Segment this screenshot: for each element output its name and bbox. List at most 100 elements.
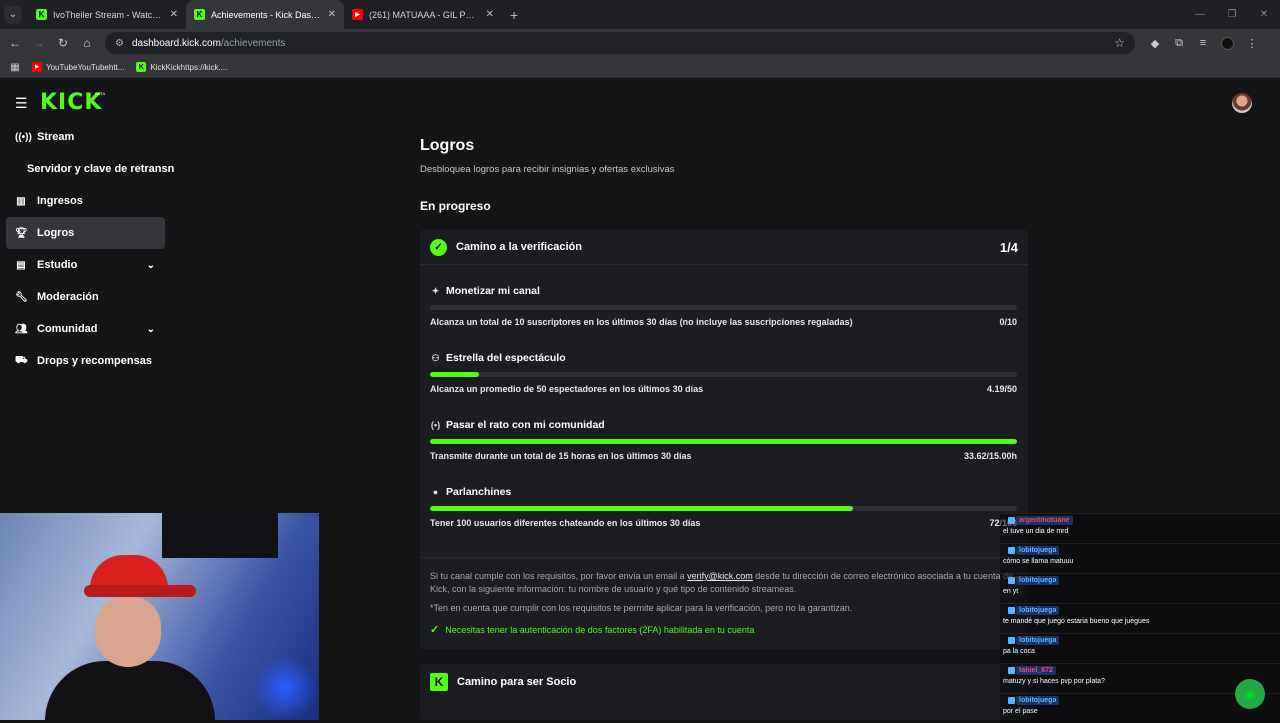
- sidebar-item-stream[interactable]: ((•)) Stream: [0, 121, 175, 153]
- extension-icon[interactable]: ◆: [1143, 37, 1167, 50]
- task-title: Estrella del espectáculo: [446, 352, 566, 364]
- viewers-icon: ⚇: [431, 352, 440, 363]
- apps-grid-icon[interactable]: ▦: [4, 62, 26, 73]
- site-info-icon[interactable]: ⚙: [115, 38, 124, 49]
- verify-email-link[interactable]: verify@kick.com: [687, 571, 753, 581]
- broadcast-icon: (•): [430, 420, 441, 430]
- tab-title: Achievements - Kick Dashboard: [211, 9, 322, 20]
- kick-logo[interactable]: KICK: [40, 90, 102, 115]
- sidebar-item-comunidad[interactable]: 👥︎ Comunidad ⌄: [0, 313, 175, 345]
- user-avatar[interactable]: [1232, 93, 1252, 113]
- chat-badge-icon: [1008, 697, 1015, 704]
- beta-badge: BETA: [95, 91, 106, 96]
- sidebar-item-logros[interactable]: 🏆︎ Logros: [6, 217, 165, 249]
- task-description: Alcanza un promedio de 50 espectadores e…: [430, 384, 704, 394]
- url-bar[interactable]: ⚙ dashboard.kick.com/achievements ☆: [105, 32, 1135, 54]
- menu-kebab-icon[interactable]: ⋮: [1240, 37, 1264, 50]
- chat-badge-icon: [1008, 607, 1015, 614]
- chevron-down-icon[interactable]: ⌄: [147, 324, 155, 335]
- sidebar-item-label: Drops y recompensas: [37, 355, 152, 367]
- chat-username[interactable]: tahiel_872: [1008, 666, 1056, 675]
- chat-username[interactable]: lobitojuega: [1008, 546, 1060, 555]
- chat-badge-icon: [1008, 517, 1015, 524]
- tab-search-icon[interactable]: ⌄: [4, 5, 22, 24]
- extensions-puzzle-icon[interactable]: ⧉: [1167, 37, 1191, 50]
- chat-username[interactable]: argentmotuane: [1008, 516, 1073, 525]
- bookmarks-bar: ▦ ▶ YouTubeYouTubehtt... K KickKickhttps…: [0, 57, 1280, 78]
- studio-icon: ▤: [16, 259, 26, 271]
- card-progress-count: 1/4: [999, 239, 1018, 255]
- media-control-icon[interactable]: ≡: [1191, 37, 1215, 49]
- task-viewers: ⚇ Estrella del espectáculo Alcanza un pro…: [430, 352, 1017, 394]
- back-icon[interactable]: ←: [3, 36, 27, 50]
- forward-icon[interactable]: →: [27, 36, 51, 50]
- chat-text: cómo se llama matuuu: [1003, 558, 1074, 565]
- chat-username-label: lobitojuega: [1016, 546, 1060, 555]
- home-icon[interactable]: ⌂: [75, 36, 99, 50]
- kick-favicon-icon: K: [36, 9, 47, 20]
- chat-text: en yt: [1003, 588, 1019, 595]
- sidebar-item-label: Comunidad: [37, 323, 98, 335]
- kick-favicon-icon: K: [136, 62, 147, 72]
- reload-icon[interactable]: ↻: [51, 36, 75, 50]
- person-shirt: [45, 661, 215, 720]
- profile-icon[interactable]: [1221, 36, 1234, 50]
- close-icon[interactable]: ✕: [486, 9, 494, 20]
- chat-message: lobitojuega pa la coca: [1000, 633, 1280, 663]
- progress-fill: [430, 506, 853, 511]
- chat-username[interactable]: lobitojuega: [1008, 576, 1060, 585]
- close-icon[interactable]: ✕: [170, 9, 178, 20]
- info-note: *Ten en cuenta que cumplir con los requi…: [430, 603, 853, 613]
- youtube-favicon-icon: ▶: [352, 9, 363, 20]
- tab-title: (261) MATUAAA - GIL PERO GA: [369, 9, 480, 20]
- new-tab-button[interactable]: +: [510, 7, 518, 23]
- progress-bar: [430, 305, 1017, 310]
- url-host: dashboard.kick.com: [131, 37, 221, 49]
- chevron-down-icon[interactable]: ⌄: [147, 260, 155, 271]
- sidebar-item-estudio[interactable]: ▤ Estudio ⌄: [0, 249, 175, 281]
- sidebar-item-ingresos[interactable]: ▥ Ingresos: [0, 185, 175, 217]
- kick-favicon-icon: K: [194, 9, 205, 20]
- chat-username[interactable]: lobitojuega: [1008, 636, 1060, 645]
- sidebar-item-drops[interactable]: ⛟ Drops y recompensas: [0, 345, 175, 377]
- requirement-text: Necesitas tener la autenticación de dos …: [445, 625, 755, 635]
- sidebar-item-stream-key[interactable]: Servidor y clave de retransn: [0, 153, 175, 185]
- chat-username-label: argentmotuane: [1016, 516, 1073, 525]
- task-description: Tener 100 usuarios diferentes chateando …: [430, 518, 701, 528]
- tab-1[interactable]: K Achievements - Kick Dashboard ✕: [186, 0, 344, 29]
- card-header[interactable]: K Camino para ser Socio: [420, 664, 1028, 700]
- chat-username-label: lobitojuega: [1016, 696, 1060, 705]
- sidebar-item-label: Ingresos: [37, 195, 83, 207]
- close-window-icon[interactable]: ✕: [1248, 0, 1280, 29]
- youtube-favicon-icon: ▶: [32, 62, 42, 72]
- bookmark-youtube[interactable]: ▶ YouTubeYouTubehtt...: [32, 62, 124, 72]
- task-title: Pasar el rato con mi comunidad: [446, 419, 605, 431]
- bookmark-kick[interactable]: K KickKickhttps://kick....: [136, 62, 227, 72]
- sidebar-item-moderacion[interactable]: 🔧︎ Moderación: [0, 281, 175, 313]
- people-icon: 👥︎: [15, 323, 28, 335]
- section-title: En progreso: [420, 199, 491, 213]
- progress-bar: [430, 439, 1017, 444]
- chat-bubble-icon[interactable]: ◉: [1235, 679, 1265, 709]
- chart-icon: ▥: [16, 195, 26, 207]
- check-icon: ✓: [430, 624, 440, 636]
- maximize-icon[interactable]: ❐: [1216, 0, 1248, 29]
- tab-0[interactable]: K IvoTheiler Stream - Watch Live ✕: [28, 0, 186, 29]
- browser-tabbar: ⌄ K IvoTheiler Stream - Watch Live ✕ K A…: [0, 0, 1280, 29]
- bookmark-star-icon[interactable]: ☆: [1114, 36, 1125, 50]
- task-title: Monetizar mi canal: [446, 285, 540, 297]
- hamburger-menu-icon[interactable]: ☰: [15, 95, 28, 112]
- task-hours: (•) Pasar el rato con mi comunidad Transm…: [430, 419, 1017, 461]
- chat-username[interactable]: lobitojuega: [1008, 606, 1060, 615]
- info-text: Si tu canal cumple con los requisitos, p…: [430, 570, 1018, 596]
- chat-text: por el pase: [1003, 708, 1038, 715]
- bookmark-label: KickKickhttps://kick....: [150, 62, 228, 72]
- chat-username[interactable]: lobitojuega: [1008, 696, 1060, 705]
- minimize-icon[interactable]: —: [1184, 0, 1216, 29]
- task-title: Parlanchines: [446, 486, 512, 498]
- tab-2[interactable]: ▶ (261) MATUAAA - GIL PERO GA ✕: [344, 0, 502, 29]
- close-icon[interactable]: ✕: [328, 9, 336, 20]
- chat-badge-icon: [1008, 547, 1015, 554]
- trophy-icon: 🏆︎: [15, 227, 28, 239]
- card-header[interactable]: ✓ Camino a la verificación 1/4: [420, 230, 1028, 265]
